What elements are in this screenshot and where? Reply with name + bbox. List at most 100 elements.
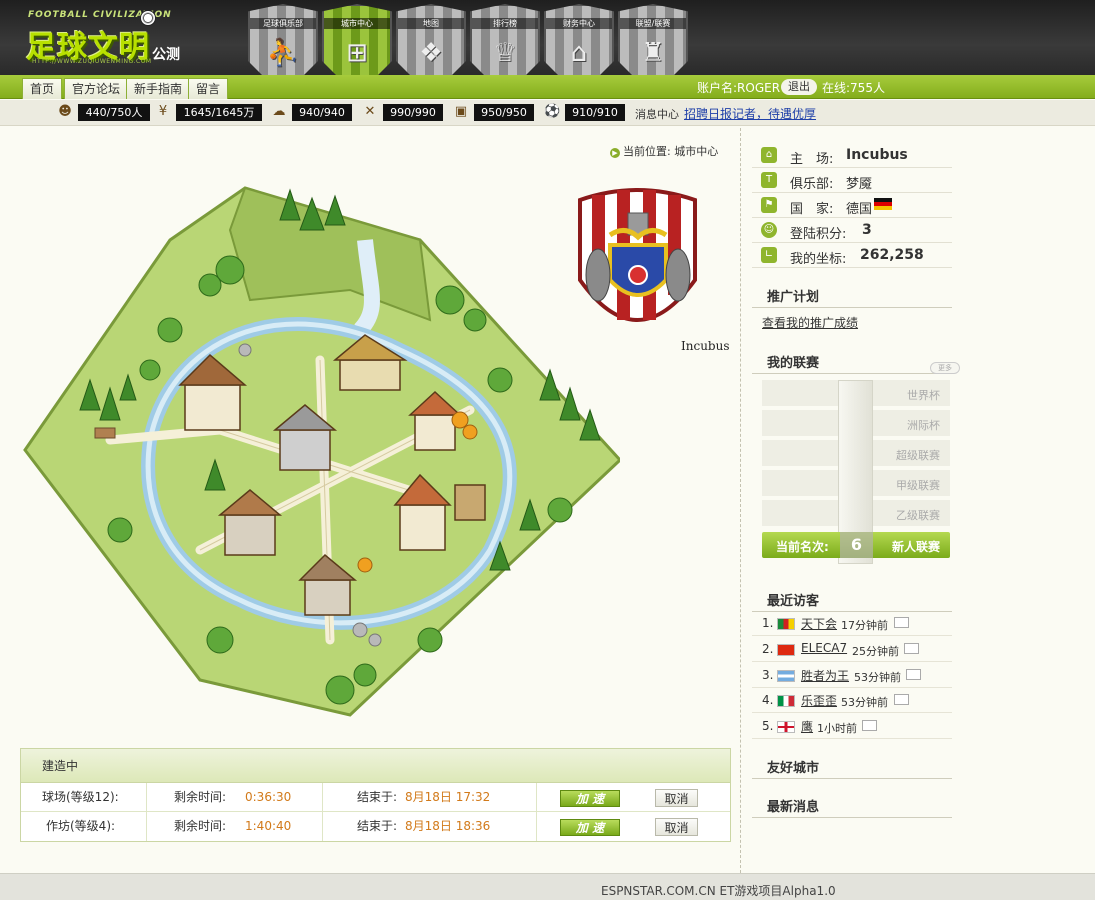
end-label: 结束于: bbox=[357, 790, 398, 804]
field-icon: ⊞ bbox=[346, 38, 368, 68]
message-center-label: 消息中心 bbox=[635, 108, 679, 121]
info-points: ☺ 登陆积分: 3 bbox=[752, 218, 952, 243]
points-icon: ☺ bbox=[761, 222, 777, 238]
speed-up-button[interactable]: 加 速 bbox=[560, 790, 620, 807]
info-stadium: ⌂ 主 场: Incubus bbox=[752, 143, 952, 168]
visitor-time: 53分钟前 bbox=[841, 696, 888, 709]
coordinates-icon: ∟ bbox=[761, 247, 777, 263]
speed-up-button[interactable]: 加 速 bbox=[560, 819, 620, 836]
league-more-button[interactable]: 更多 bbox=[930, 362, 960, 374]
mail-icon[interactable] bbox=[862, 720, 877, 731]
end-label: 结束于: bbox=[357, 819, 398, 833]
visitor-name[interactable]: ELECA7 bbox=[801, 641, 847, 655]
footer: ESPNSTAR.COM.CN ET游戏项目Alpha1.0 bbox=[0, 873, 1095, 900]
player-icon: ⛹ bbox=[266, 38, 300, 68]
logo-url: HTTP://WWW.ZUQIUWENMING.COM bbox=[32, 58, 152, 65]
site-logo[interactable]: FOOTBALL CIVILIZATION 足球文明 公测 HTTP://WWW… bbox=[22, 8, 192, 66]
message-link[interactable]: 招聘日报记者，待遇优厚 bbox=[684, 105, 816, 122]
league-item-label: 甲级联赛 bbox=[896, 479, 940, 492]
bank-icon: ⌂ bbox=[570, 38, 588, 68]
account-name: 账户名:ROGER bbox=[697, 81, 781, 95]
league-item-label: 超级联赛 bbox=[896, 449, 940, 462]
current-rank-bar[interactable]: 当前名次: 6 新人联赛 bbox=[762, 532, 950, 558]
england-flag-icon bbox=[777, 721, 795, 733]
resource-money: 1645/1645万 bbox=[176, 104, 262, 121]
tab-forum[interactable]: 官方论坛 bbox=[64, 78, 129, 99]
menu-map-label: 地图 bbox=[398, 18, 464, 29]
visitor-time: 17分钟前 bbox=[841, 619, 888, 632]
remain-time: 1:40:40 bbox=[245, 812, 323, 841]
logo-beta: 公测 bbox=[152, 47, 180, 63]
cancel-button[interactable]: 取消 bbox=[655, 818, 698, 836]
resource-cloud: 940/940 bbox=[292, 104, 352, 121]
latest-news-title: 最新消息 bbox=[752, 796, 952, 818]
tab-home[interactable]: 首页 bbox=[22, 78, 63, 99]
visitor-name[interactable]: 乐歪歪 bbox=[801, 692, 837, 709]
info-country-value: 德国 bbox=[846, 202, 873, 217]
visitor-time: 25分钟前 bbox=[852, 645, 899, 658]
players-icon: ☻ bbox=[58, 104, 72, 119]
logout-button[interactable]: 退出 bbox=[781, 79, 817, 95]
shirt-icon: T bbox=[761, 172, 777, 188]
list-item: 1. 天下会 17分钟前 bbox=[752, 611, 952, 636]
bucket-icon: ▣ bbox=[454, 104, 468, 119]
money-icon: ¥ bbox=[158, 104, 168, 119]
mail-icon[interactable] bbox=[894, 694, 909, 705]
header: FOOTBALL CIVILIZATION 足球文明 公测 HTTP://WWW… bbox=[0, 0, 1095, 96]
league-item-label: 乙级联赛 bbox=[896, 509, 940, 522]
arrow-right-icon: ▶ bbox=[610, 148, 620, 158]
mail-icon[interactable] bbox=[894, 617, 909, 628]
china-flag-icon bbox=[777, 644, 795, 656]
list-item: 2. ELECA7 25分钟前 bbox=[752, 637, 952, 662]
breadcrumb: ▶ 当前位置: 城市中心 bbox=[610, 143, 718, 159]
info-club: T 俱乐部: 梦魇 bbox=[752, 168, 952, 193]
visitor-rank: 3. bbox=[762, 668, 774, 682]
mail-icon[interactable] bbox=[904, 643, 919, 654]
cameroon-flag-icon bbox=[777, 618, 795, 630]
info-points-value: 3 bbox=[862, 222, 872, 238]
home-icon: ⌂ bbox=[761, 147, 777, 163]
mail-icon[interactable] bbox=[906, 669, 921, 680]
table-row: 作坊(等级4): 剩余时间: 1:40:40 结束于: 8月18日 18:36 … bbox=[21, 812, 730, 841]
visitor-name[interactable]: 胜者为王 bbox=[801, 667, 849, 684]
visitor-time: 53分钟前 bbox=[854, 671, 901, 684]
visitor-rank: 2. bbox=[762, 642, 774, 656]
info-coords: ∟ 我的坐标: 262,258 bbox=[752, 243, 952, 268]
table-row: 球场(等级12): 剩余时间: 0:36:30 结束于: 8月18日 17:32… bbox=[21, 783, 730, 812]
menu-city-center-label: 城市中心 bbox=[324, 18, 390, 29]
friendly-city-title: 友好城市 bbox=[752, 757, 952, 779]
tab-guide[interactable]: 新手指南 bbox=[126, 78, 191, 99]
info-stadium-value: Incubus bbox=[846, 147, 908, 163]
building-queue-title: 建造中 bbox=[21, 749, 730, 783]
column-divider bbox=[740, 128, 741, 873]
info-club-label: 俱乐部: bbox=[790, 177, 834, 192]
menu-finance-label: 财务中心 bbox=[546, 18, 612, 29]
promo-title: 推广计划 bbox=[752, 286, 952, 308]
city-map[interactable] bbox=[20, 170, 620, 730]
cloud-icon: ☁ bbox=[272, 104, 286, 119]
info-coords-value: 262,258 bbox=[860, 247, 924, 263]
cancel-button[interactable]: 取消 bbox=[655, 789, 698, 807]
promo-link[interactable]: 查看我的推广成绩 bbox=[762, 314, 858, 331]
castle-icon: ♜ bbox=[641, 38, 665, 68]
visitor-name[interactable]: 天下会 bbox=[801, 615, 837, 632]
info-club-value: 梦魇 bbox=[846, 177, 873, 192]
crest-club-name: Incubus bbox=[681, 339, 730, 353]
argentina-flag-icon bbox=[777, 670, 795, 682]
visitor-name[interactable]: 鹰 bbox=[801, 718, 813, 735]
tab-message[interactable]: 留言 bbox=[188, 78, 229, 99]
league-item-label: 洲际杯 bbox=[907, 419, 940, 432]
club-crest[interactable] bbox=[570, 185, 705, 340]
flag-icon: ⚑ bbox=[761, 197, 777, 213]
info-stadium-label: 主 场: bbox=[790, 152, 834, 167]
trophy-icon: ♕ bbox=[493, 38, 517, 68]
info-country-label: 国 家: bbox=[790, 202, 834, 217]
italy-flag-icon bbox=[777, 695, 795, 707]
remain-label: 剩余时间: bbox=[174, 790, 227, 804]
visitor-time: 1小时前 bbox=[817, 722, 857, 735]
league-panel: 更多 世界杯 洲际杯 超级联赛 甲级联赛 乙级联赛 当前名次: 6 新人联赛 bbox=[762, 362, 960, 565]
list-item: 5. 鹰 1小时前 bbox=[752, 714, 952, 739]
visitor-rank: 1. bbox=[762, 616, 774, 630]
rank-value: 6 bbox=[840, 532, 873, 558]
info-points-label: 登陆积分: bbox=[790, 227, 847, 242]
